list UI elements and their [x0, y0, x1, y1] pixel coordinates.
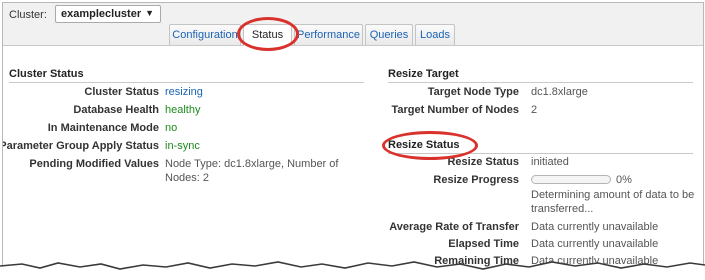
pending-values-value-cont: Nodes: 2	[165, 172, 210, 184]
resize-progress-label: Resize Progress	[433, 174, 519, 186]
divider	[388, 82, 693, 83]
resize-progress-note: Determining amount of data to be	[531, 189, 695, 201]
resize-progress-percent: 0%	[616, 174, 632, 186]
database-health-value: healthy	[165, 104, 201, 116]
maintenance-mode-value: no	[165, 122, 178, 134]
parameter-group-value: in-sync	[165, 140, 200, 152]
cluster-status-value: resizing	[165, 86, 203, 98]
divider	[9, 82, 364, 83]
resize-target-heading: Resize Target	[388, 68, 459, 80]
transfer-rate-value: Data currently unavailable	[531, 221, 659, 233]
parameter-group-label: Parameter Group Apply Status	[2, 140, 159, 152]
cluster-status-label: Cluster Status	[84, 86, 159, 98]
divider	[388, 153, 693, 154]
cluster-select[interactable]: examplecluster ▼	[55, 5, 161, 23]
tab-performance[interactable]: Performance	[294, 24, 363, 45]
resize-status-value: initiated	[531, 156, 569, 168]
transfer-rate-label: Average Rate of Transfer	[389, 221, 519, 233]
resize-status-label: Resize Status	[447, 156, 519, 168]
tab-configuration[interactable]: Configuration	[169, 24, 241, 45]
elapsed-time-label: Elapsed Time	[448, 238, 519, 250]
resize-progress-note-cont: transferred...	[531, 203, 594, 215]
elapsed-time-value: Data currently unavailable	[531, 238, 659, 250]
tab-queries[interactable]: Queries	[365, 24, 413, 45]
chevron-down-icon: ▼	[145, 8, 154, 18]
cluster-toolbar: Cluster: examplecluster ▼ Configuration …	[3, 3, 703, 46]
target-node-type-value: dc1.8xlarge	[531, 86, 588, 98]
cluster-label: Cluster:	[9, 9, 47, 21]
target-node-type-label: Target Node Type	[427, 86, 519, 98]
maintenance-mode-label: In Maintenance Mode	[47, 122, 159, 134]
resize-status-heading: Resize Status	[388, 139, 460, 151]
cluster-status-heading: Cluster Status	[9, 68, 84, 80]
resize-progress-bar	[531, 175, 611, 184]
target-node-count-value: 2	[531, 104, 538, 116]
tab-status[interactable]: Status	[243, 24, 292, 46]
pending-values-value: Node Type: dc1.8xlarge, Number of	[165, 158, 339, 170]
console-panel: Cluster: examplecluster ▼ Configuration …	[2, 2, 704, 272]
torn-edge-graphic	[0, 261, 705, 280]
cluster-select-value: examplecluster	[61, 8, 142, 20]
database-health-label: Database Health	[73, 104, 159, 116]
pending-values-label: Pending Modified Values	[29, 158, 159, 170]
tab-loads[interactable]: Loads	[415, 24, 455, 45]
target-node-count-label: Target Number of Nodes	[391, 104, 519, 116]
